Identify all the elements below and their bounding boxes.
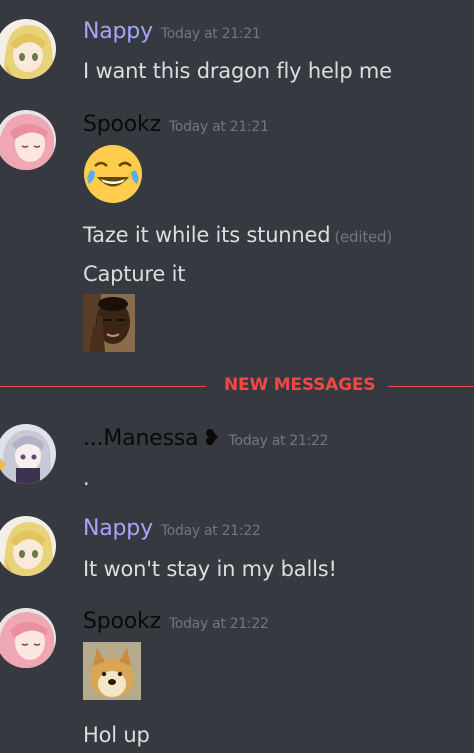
joy-emoji[interactable] [83, 144, 143, 208]
divider-line-right [388, 386, 474, 387]
message-header: Spookz Today at 21:21 [83, 112, 269, 137]
timestamp: Today at 21:22 [160, 523, 261, 539]
roll-safe-meme-image[interactable] [83, 294, 135, 356]
anime-avatar-icon [0, 608, 56, 668]
author-name[interactable]: Spookz [83, 112, 161, 137]
author-name[interactable]: Spookz [83, 609, 161, 634]
edited-label: (edited) [334, 228, 393, 246]
avatar-manessa[interactable] [0, 424, 56, 484]
anime-avatar-icon [0, 516, 56, 576]
avatar-spookz[interactable] [0, 110, 56, 170]
message-text: Taze it while its stunned (edited) [83, 223, 392, 247]
new-messages-label: NEW MESSAGES [224, 375, 376, 395]
avatar-spookz[interactable] [0, 608, 56, 668]
doge-image[interactable] [83, 642, 141, 704]
divider-line-left [0, 386, 206, 387]
author-name[interactable]: Nappy [83, 19, 153, 44]
message-text-line: Taze it while its stunned [83, 223, 331, 247]
message-header: Nappy Today at 21:21 [83, 19, 261, 44]
message-text: Hol up [83, 723, 150, 747]
message-header: Spookz Today at 21:22 [83, 609, 269, 634]
avatar-nappy[interactable] [0, 516, 56, 576]
avatar-nappy[interactable] [0, 19, 56, 79]
author-name[interactable]: Nappy [83, 516, 153, 541]
timestamp: Today at 21:21 [160, 26, 261, 42]
anime-avatar-icon [0, 424, 56, 484]
message-header: ...Manessa ❥ Today at 21:22 [83, 426, 328, 451]
anime-avatar-icon [0, 110, 56, 170]
timestamp: Today at 21:22 [228, 433, 329, 449]
author-heart-suffix: ❥ [202, 426, 221, 451]
message-text: Capture it [83, 262, 186, 286]
new-messages-divider: NEW MESSAGES [0, 375, 474, 395]
message-header: Nappy Today at 21:22 [83, 516, 261, 541]
anime-avatar-icon [0, 19, 56, 79]
message-text: I want this dragon fly help me [83, 59, 392, 83]
message-text: It won't stay in my balls! [83, 557, 337, 581]
author-name[interactable]: ...Manessa [83, 426, 199, 451]
timestamp: Today at 21:21 [168, 119, 269, 135]
timestamp: Today at 21:22 [168, 616, 269, 632]
message-text: . [83, 466, 90, 490]
